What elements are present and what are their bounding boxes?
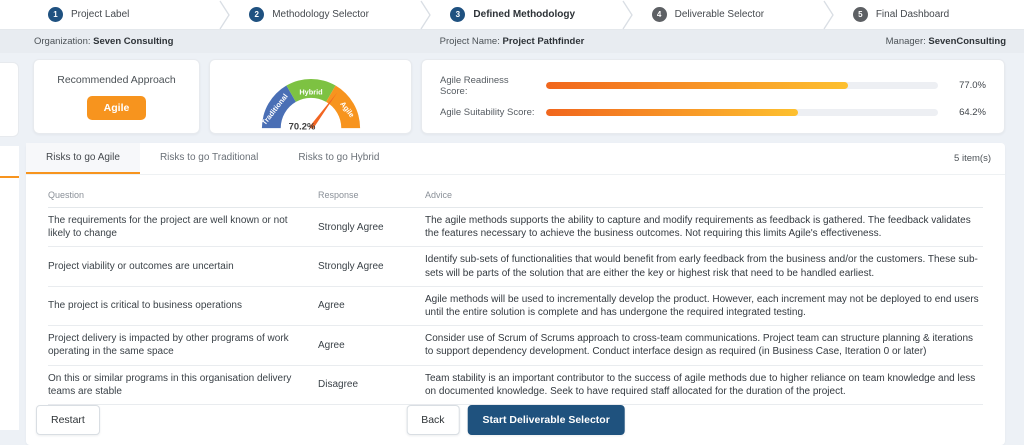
gauge-label-hybrid: Hybrid (299, 88, 323, 97)
step-deliverable-selector[interactable]: 4 Deliverable Selector (634, 0, 823, 29)
table-row: Project viability or outcomes are uncert… (48, 247, 983, 287)
chevron-separator-icon (823, 0, 835, 29)
back-button[interactable]: Back (406, 404, 460, 435)
recommended-approach-title: Recommended Approach (57, 73, 176, 86)
step-label: Deliverable Selector (674, 9, 765, 20)
step-label: Defined Methodology (473, 9, 576, 20)
score-label: Agile Readiness Score: (440, 74, 509, 97)
score-label: Agile Suitability Score: (440, 107, 535, 119)
score-row-readiness: Agile Readiness Score: 77.0% (440, 75, 986, 97)
project-name-value: Project Pathfinder (502, 36, 585, 47)
step-methodology-selector[interactable]: 2 Methodology Selector (231, 0, 420, 29)
advice-cell: Agile methods will be used to incrementa… (425, 293, 979, 318)
step-number-badge: 4 (651, 7, 667, 22)
advice-cell: Team stability is an important contribut… (425, 372, 976, 397)
step-number-badge: 1 (48, 7, 63, 22)
step-label: Methodology Selector (272, 9, 369, 20)
table-row: On this or similar programs in this orga… (48, 366, 983, 405)
step-number-badge: 5 (852, 7, 868, 22)
recommended-approach-card: Recommended Approach Agile (33, 59, 200, 134)
step-label: Project Label (71, 9, 130, 20)
recommended-approach-badge: Agile (86, 95, 147, 120)
question-cell: Project delivery is impacted by other pr… (48, 333, 289, 358)
response-cell: Agree (318, 339, 345, 351)
step-label: Final Dashboard (875, 9, 950, 20)
readiness-progress-bar (546, 82, 938, 90)
suitability-progress-bar (546, 109, 938, 117)
table-row: The project is critical to business oper… (48, 287, 983, 327)
manager-info: Manager: SevenConsulting (885, 36, 1006, 47)
readiness-progress-fill (546, 82, 848, 90)
question-cell: The requirements for the project are wel… (48, 215, 288, 240)
organization-info: Organization: Seven Consulting (34, 36, 174, 47)
suitability-progress-fill (546, 109, 798, 117)
question-cell: Project viability or outcomes are uncert… (48, 260, 234, 272)
step-project-label[interactable]: 1 Project Label (30, 0, 219, 29)
methodology-gauge-card: Traditional Hybrid Agile 70.2% (209, 59, 412, 134)
step-final-dashboard[interactable]: 5 Final Dashboard (835, 0, 1024, 29)
risks-table: Question Response Advice The requirement… (26, 175, 1005, 405)
start-deliverable-selector-button[interactable]: Start Deliverable Selector (467, 404, 625, 435)
summary-cards-row: Recommended Approach Agile Traditional H… (33, 59, 1005, 134)
step-defined-methodology[interactable]: 3 Defined Methodology (432, 0, 621, 29)
wizard-stepper: 1 Project Label 2 Methodology Selector 3… (0, 0, 1024, 30)
methodology-gauge-chart: Traditional Hybrid Agile 70.2% (259, 78, 360, 132)
chevron-separator-icon (622, 0, 634, 29)
column-header-question: Question (48, 190, 85, 200)
footer-nav-buttons: Back Start Deliverable Selector (406, 404, 625, 435)
advice-cell: Consider use of Scrum of Scrums approach… (425, 333, 974, 358)
response-cell: Disagree (318, 379, 359, 391)
column-header-response: Response (318, 190, 359, 200)
wizard-footer: Restart Back Start Deliverable Selector (26, 404, 1005, 445)
tab-risks-agile[interactable]: Risks to go Agile (26, 143, 140, 174)
organization-value: Seven Consulting (93, 36, 174, 47)
gauge-value: 70.2% (288, 121, 315, 132)
response-cell: Strongly Agree (318, 221, 384, 233)
step-number-badge: 3 (450, 7, 466, 22)
chevron-separator-icon (219, 0, 231, 29)
risk-tabs: Risks to go Agile Risks to go Traditiona… (26, 143, 1005, 175)
response-cell: Strongly Agree (318, 260, 384, 272)
chevron-separator-icon (420, 0, 432, 29)
cutoff-panel-sliver (0, 146, 19, 430)
score-value: 77.0% (959, 80, 986, 92)
advice-cell: The agile methods supports the ability t… (425, 215, 971, 240)
question-cell: The project is critical to business oper… (48, 300, 242, 312)
cutoff-card-sliver (0, 62, 19, 137)
table-row: Project delivery is impacted by other pr… (48, 326, 983, 366)
advice-cell: Identify sub-sets of functionalities tha… (425, 254, 978, 279)
table-row: The requirements for the project are wel… (48, 208, 983, 248)
agile-scores-card: Agile Readiness Score: 77.0% Agile Suita… (421, 59, 1005, 134)
column-header-advice: Advice (425, 190, 453, 200)
cutoff-tab-underline (0, 176, 19, 178)
item-count: 5 item(s) (954, 153, 991, 164)
project-info-bar: Organization: Seven Consulting Project N… (0, 30, 1024, 53)
score-value: 64.2% (959, 107, 986, 119)
project-name-info: Project Name: Project Pathfinder (439, 36, 585, 47)
question-cell: On this or similar programs in this orga… (48, 372, 292, 397)
score-row-suitability: Agile Suitability Score: 64.2% (440, 107, 986, 118)
step-number-badge: 2 (249, 7, 265, 22)
tab-risks-hybrid[interactable]: Risks to go Hybrid (278, 143, 399, 174)
restart-button[interactable]: Restart (36, 404, 100, 435)
table-header-row: Question Response Advice (48, 181, 983, 208)
risks-panel: Risks to go Agile Risks to go Traditiona… (26, 143, 1005, 445)
main-content: Recommended Approach Agile Traditional H… (0, 53, 1024, 445)
manager-value: SevenConsulting (928, 36, 1006, 47)
tab-risks-traditional[interactable]: Risks to go Traditional (140, 143, 278, 174)
response-cell: Agree (318, 300, 345, 312)
